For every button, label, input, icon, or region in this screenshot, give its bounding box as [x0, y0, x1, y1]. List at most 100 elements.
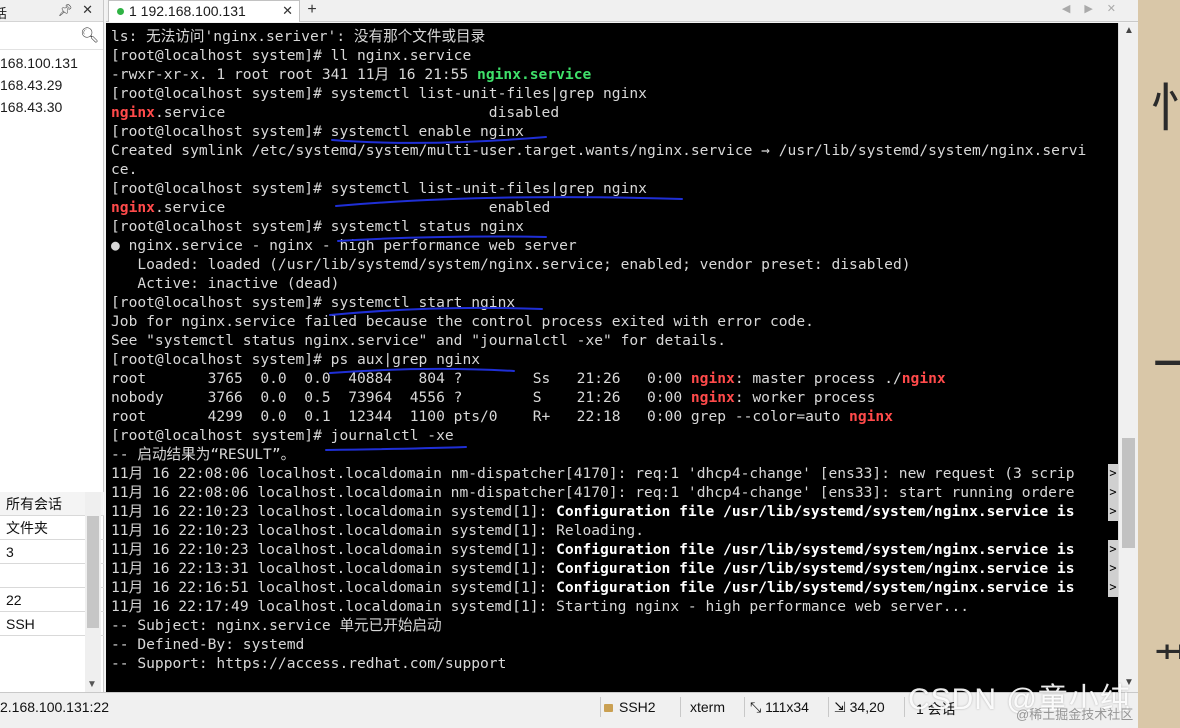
- bold-text: Configuration file /usr/lib/systemd/syst…: [556, 560, 1075, 577]
- line-overflow-marker: >: [1108, 502, 1118, 521]
- terminal-line: 11月 16 22:10:23 localhost.localdomain sy…: [111, 522, 644, 539]
- terminal-line: nginx.service enabled: [111, 198, 550, 217]
- terminal-line: [root@localhost system]# ps aux|grep ngi…: [111, 351, 481, 368]
- terminal-line: root 3765 0.0 0.0 40884 804 ? Ss 21:26 0…: [111, 369, 946, 388]
- session-item[interactable]: 168.43.30: [0, 96, 103, 118]
- pin-icon[interactable]: 📌︎: [58, 3, 73, 17]
- terminal-line: ls: 无法访问'nginx.seriver': 没有那个文件或目录: [111, 28, 486, 45]
- line-text: 11月 16 22:10:23 localhost.localdomain sy…: [111, 541, 557, 558]
- tab-label: 1 192.168.100.131: [129, 3, 246, 19]
- grep-match: nginx: [690, 370, 735, 387]
- highlight-filename: nginx.service: [477, 66, 592, 83]
- new-tab-button[interactable]: +: [302, 0, 322, 22]
- terminal-line: -- Support: https://access.redhat.com/su…: [111, 655, 507, 672]
- line-overflow-marker: >: [1108, 483, 1118, 502]
- line-text: nobody 3766 0.0 0.5 73964 4556 ? S 21:26…: [111, 389, 691, 406]
- status-host: 2.168.100.131:22: [0, 699, 109, 715]
- terminal-line: 11月 16 22:08:06 localhost.localdomain nm…: [111, 465, 1075, 482]
- scroll-thumb[interactable]: [1122, 438, 1135, 548]
- line-text: root 4299 0.0 0.1 12344 1100 pts/0 R+ 22…: [111, 408, 850, 425]
- terminal-line: 11月 16 22:16:51 localhost.localdomain sy…: [111, 578, 1075, 597]
- terminal-line: [root@localhost system]# systemctl start…: [111, 294, 516, 311]
- terminal-line: [root@localhost system]# systemctl list-…: [111, 85, 647, 102]
- terminal-line: ce.: [111, 161, 138, 178]
- terminal-line: [root@localhost system]# systemctl list-…: [111, 180, 647, 197]
- size-label: 111x34: [765, 699, 809, 715]
- terminal-line: Job for nginx.service failed because the…: [111, 313, 814, 330]
- line-overflow-marker: >: [1108, 559, 1118, 578]
- terminal-line: -- Subject: nginx.service 单元已开始启动: [111, 617, 442, 634]
- line-text: : master process ./: [734, 370, 902, 387]
- line-text: 11月 16 22:16:51 localhost.localdomain sy…: [111, 579, 557, 596]
- properties-scrollbar[interactable]: ▼: [85, 492, 101, 692]
- protocol-label: SSH2: [619, 699, 656, 715]
- line-text: : worker process: [734, 389, 876, 406]
- terminal-line: [root@localhost system]# ll nginx.servic…: [111, 47, 472, 64]
- grep-match: nginx: [901, 370, 946, 387]
- scroll-thumb[interactable]: [87, 516, 99, 628]
- terminal-line: -- Defined-By: systemd: [111, 636, 305, 653]
- line-text: root 3765 0.0 0.0 40884 804 ? Ss 21:26 0…: [111, 370, 691, 387]
- close-panel-icon[interactable]: ✕: [82, 2, 93, 18]
- ink-underline: [325, 446, 467, 451]
- status-protocol: SSH2: [604, 699, 656, 715]
- terminal-line: Active: inactive (dead): [111, 275, 340, 292]
- divider: [744, 697, 745, 717]
- grep-match: nginx: [111, 199, 155, 216]
- terminal-line: 11月 16 22:10:23 localhost.localdomain sy…: [111, 502, 1075, 521]
- terminal-line: nobody 3766 0.0 0.5 73964 4556 ? S 21:26…: [111, 388, 875, 407]
- session-item[interactable]: 168.100.131: [0, 52, 103, 74]
- terminal-view[interactable]: ls: 无法访问'nginx.seriver': 没有那个文件或目录 [root…: [106, 23, 1118, 692]
- divider: [600, 697, 601, 717]
- cursor-label: 34,20: [849, 699, 885, 715]
- session-panel-title: 话: [0, 6, 8, 21]
- connected-status-icon: [117, 8, 124, 15]
- session-item[interactable]: 168.43.29: [0, 74, 103, 96]
- scroll-up-icon[interactable]: ▲: [1124, 25, 1134, 36]
- divider: [828, 697, 829, 717]
- line-text: 11月 16 22:13:31 localhost.localdomain sy…: [111, 560, 557, 577]
- line-overflow-marker: >: [1108, 464, 1118, 483]
- terminal-line: 11月 16 22:10:23 localhost.localdomain sy…: [111, 540, 1075, 559]
- line-text: .service disabled: [154, 104, 560, 121]
- terminal-line: -- 启动结果为“RESULT”。: [111, 446, 296, 463]
- tab-session[interactable]: 1 192.168.100.131 ✕: [108, 0, 300, 22]
- bold-text: Configuration file /usr/lib/systemd/syst…: [556, 541, 1075, 558]
- status-size: ⤡ 111x34: [750, 699, 809, 716]
- line-text: 11月 16 22:10:23 localhost.localdomain sy…: [111, 503, 557, 520]
- handwriting-glyph: 忄: [1150, 79, 1180, 139]
- scroll-down-icon[interactable]: ▼: [87, 679, 97, 690]
- close-tab-icon[interactable]: ✕: [282, 1, 293, 21]
- terminal-line: [root@localhost system]# journalctl -xe: [111, 427, 454, 444]
- bold-text: Configuration file /usr/lib/systemd/syst…: [556, 579, 1075, 596]
- line-text: .service enabled: [154, 199, 551, 216]
- session-search-box[interactable]: 🔍︎: [0, 22, 103, 50]
- session-list: 168.100.131 168.43.29 168.43.30: [0, 50, 103, 118]
- cursor-icon: ⇲: [834, 699, 850, 715]
- terminal-line: -rwxr-xr-x. 1 root root 341 11月 16 21:55…: [111, 65, 591, 84]
- grep-match: nginx: [849, 408, 893, 425]
- terminal-scrollbar[interactable]: ▲ ▼: [1118, 23, 1138, 692]
- terminal-line: Loaded: loaded (/usr/lib/systemd/system/…: [111, 256, 911, 273]
- terminal-line: root 4299 0.0 0.1 12344 1100 pts/0 R+ 22…: [111, 407, 893, 426]
- divider: [680, 697, 681, 717]
- terminal-line: 11月 16 22:17:49 localhost.localdomain sy…: [111, 598, 970, 615]
- tab-bar: 1 192.168.100.131 ✕ + ◀▶✕: [106, 0, 1138, 22]
- app-window: 话 📌︎ ✕ 🔍︎ 168.100.131 168.43.29 168.43.3…: [0, 0, 1180, 728]
- handwriting-glyph: ⺾: [1154, 640, 1180, 686]
- terminal-line: nginx.service disabled: [111, 103, 559, 122]
- terminal-line: 11月 16 22:13:31 localhost.localdomain sy…: [111, 559, 1075, 578]
- search-icon[interactable]: 🔍︎: [80, 26, 99, 44]
- terminal-line: [root@localhost system]# systemctl statu…: [111, 218, 524, 235]
- status-term: xterm: [690, 699, 725, 715]
- line-text: -rwxr-xr-x. 1 root root 341 11月 16 21:55: [111, 66, 478, 83]
- terminal-line: See "systemctl status nginx.service" and…: [111, 332, 727, 349]
- handwriting-glyph: ⺄: [1150, 353, 1180, 418]
- tab-scroll-icons[interactable]: ◀▶✕: [1062, 2, 1130, 15]
- background-photo-strip: 忄 ⺄ ⺾: [1138, 0, 1180, 728]
- bold-text: Configuration file /usr/lib/systemd/syst…: [556, 503, 1075, 520]
- terminal-line: [root@localhost system]# systemctl enabl…: [111, 123, 524, 140]
- terminal-line: Created symlink /etc/systemd/system/mult…: [111, 142, 1087, 159]
- session-panel-header: 话 📌︎ ✕: [0, 0, 103, 22]
- line-overflow-marker: >: [1108, 540, 1118, 559]
